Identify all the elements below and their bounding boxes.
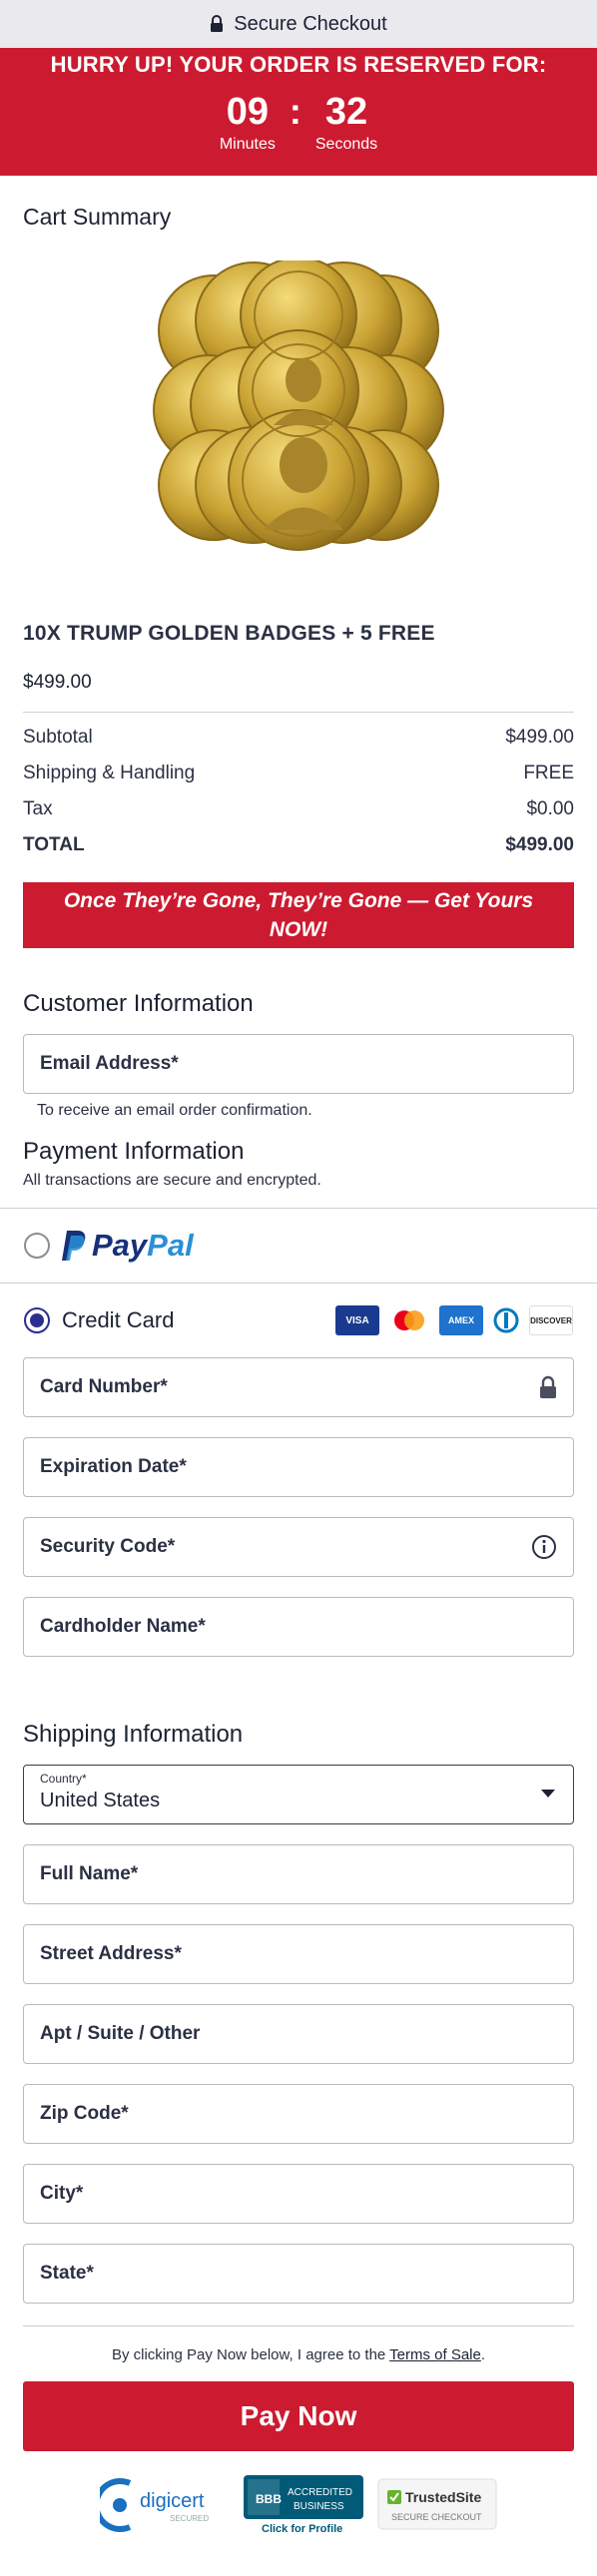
total-label: TOTAL <box>23 834 85 855</box>
bbb-line2: BUSINESS <box>294 2501 344 2512</box>
header-title: Secure Checkout <box>234 12 387 35</box>
country-select[interactable]: Country* United States <box>23 1765 574 1824</box>
product-name: 10X TRUMP GOLDEN BADGES + 5 FREE <box>23 622 435 645</box>
paypal-logo: Pay Pal <box>60 1228 194 1264</box>
timer-seconds: 32 <box>324 91 368 133</box>
amex-icon: AMEX <box>439 1305 483 1335</box>
subtotal-row: Subtotal $499.00 <box>23 727 574 749</box>
security-code-field[interactable]: Security Code* <box>23 1517 574 1577</box>
state-field[interactable]: State* <box>23 2244 574 2304</box>
trustedsite-sub: SECURE CHECKOUT <box>391 2512 482 2522</box>
terms-text: By clicking Pay Now below, I agree to th… <box>23 2346 574 2363</box>
cardholder-name-field[interactable]: Cardholder Name* <box>23 1597 574 1657</box>
cardholder-placeholder: Cardholder Name* <box>40 1616 206 1637</box>
tax-label: Tax <box>23 798 53 819</box>
info-icon[interactable] <box>531 1534 557 1560</box>
bbb-badge[interactable]: BBB ACCREDITED BUSINESS Click for Profil… <box>242 2473 365 2535</box>
lock-icon <box>211 15 224 32</box>
shipping-label: Shipping & Handling <box>23 763 196 783</box>
visa-icon: VISA <box>335 1305 379 1335</box>
apt-placeholder: Apt / Suite / Other <box>40 2023 201 2044</box>
shipping-value: FREE <box>523 763 574 783</box>
zip-code-field[interactable]: Zip Code* <box>23 2084 574 2144</box>
timer-seconds-label: Seconds <box>314 136 378 153</box>
lock-icon <box>540 1375 556 1398</box>
paypal-text-b: Pal <box>147 1228 194 1263</box>
secure-checkout-header: Secure Checkout <box>0 0 597 48</box>
card-logos: VISA AMEX DISCOVER <box>335 1305 573 1335</box>
digicert-text: digicert <box>140 2490 205 2512</box>
paypal-icon <box>62 1231 86 1261</box>
country-label: Country* <box>40 1772 87 1786</box>
street-placeholder: Street Address* <box>40 1943 182 1964</box>
tax-row: Tax $0.00 <box>23 798 574 820</box>
city-field[interactable]: City* <box>23 2164 574 2224</box>
product-price: $499.00 <box>23 672 92 693</box>
paypal-option[interactable]: Pay Pal <box>0 1209 597 1283</box>
email-placeholder: Email Address* <box>40 1053 179 1074</box>
email-hint: To receive an email order confirmation. <box>37 1102 312 1119</box>
payment-subtitle: All transactions are secure and encrypte… <box>23 1172 321 1189</box>
street-address-field[interactable]: Street Address* <box>23 1924 574 1984</box>
pay-now-button[interactable]: Pay Now <box>23 2381 574 2451</box>
terms-of-sale-link[interactable]: Terms of Sale <box>389 2346 481 2363</box>
reservation-banner: HURRY UP! YOUR ORDER IS RESERVED FOR: 09… <box>0 48 597 176</box>
tax-value: $0.00 <box>526 798 574 819</box>
timer-minutes-label: Minutes <box>219 136 276 153</box>
subtotal-label: Subtotal <box>23 727 93 748</box>
mastercard-icon <box>387 1305 431 1335</box>
credit-card-option[interactable]: Credit Card VISA AMEX DISCOVER <box>0 1284 597 1357</box>
total-value: $499.00 <box>505 834 574 855</box>
product-image <box>153 260 444 551</box>
trust-badges: digicert SECURED BBB ACCREDITED BUSINESS… <box>23 2473 574 2535</box>
trustedsite-badge[interactable]: TrustedSite SECURE CHECKOUT <box>377 2478 497 2530</box>
trustedsite-text: TrustedSite <box>405 2489 481 2505</box>
terms-suffix: . <box>480 2346 486 2363</box>
credit-card-radio[interactable] <box>24 1307 50 1333</box>
security-code-placeholder: Security Code* <box>40 1536 176 1557</box>
timer-minutes: 09 <box>226 91 269 133</box>
divider <box>23 2325 574 2326</box>
digicert-badge[interactable]: digicert SECURED <box>100 2475 230 2533</box>
diners-icon <box>491 1305 521 1335</box>
city-placeholder: City* <box>40 2183 84 2204</box>
terms-prefix: By clicking Pay Now below, I agree to th… <box>111 2346 390 2363</box>
cart-summary-title: Cart Summary <box>23 204 172 230</box>
payment-info-title: Payment Information <box>23 1138 245 1165</box>
chevron-down-icon <box>541 1790 555 1798</box>
subtotal-value: $499.00 <box>505 727 574 748</box>
total-row: TOTAL $499.00 <box>23 834 574 856</box>
discover-icon: DISCOVER <box>529 1305 573 1335</box>
expiration-placeholder: Expiration Date* <box>40 1456 187 1477</box>
zip-placeholder: Zip Code* <box>40 2103 129 2124</box>
apt-field[interactable]: Apt / Suite / Other <box>23 2004 574 2064</box>
full-name-placeholder: Full Name* <box>40 1863 139 1884</box>
email-field[interactable]: Email Address* <box>23 1034 574 1094</box>
state-placeholder: State* <box>40 2263 94 2284</box>
card-number-placeholder: Card Number* <box>40 1376 168 1397</box>
full-name-field[interactable]: Full Name* <box>23 1844 574 1904</box>
bbb-sub: Click for Profile <box>262 2523 342 2535</box>
bbb-line1: ACCREDITED <box>288 2487 352 2498</box>
customer-info-title: Customer Information <box>23 990 254 1017</box>
svg-text:BBB: BBB <box>256 2492 282 2506</box>
paypal-radio[interactable] <box>24 1233 50 1259</box>
expiration-field[interactable]: Expiration Date* <box>23 1437 574 1497</box>
credit-card-label: Credit Card <box>62 1307 175 1332</box>
digicert-sub: SECURED <box>170 2514 209 2523</box>
shipping-info-title: Shipping Information <box>23 1721 244 1748</box>
timer-separator: : <box>289 91 301 132</box>
urgency-banner: Once They’re Gone, They’re Gone — Get Yo… <box>23 882 574 948</box>
paypal-text-a: Pay <box>92 1228 148 1263</box>
reservation-headline: HURRY UP! YOUR ORDER IS RESERVED FOR: <box>50 52 547 77</box>
card-number-field[interactable]: Card Number* <box>23 1357 574 1417</box>
shipping-row: Shipping & Handling FREE <box>23 763 574 784</box>
countdown-timer: 09 Minutes : 32 Seconds <box>0 92 597 154</box>
country-value: United States <box>40 1790 161 1811</box>
divider <box>23 712 574 713</box>
